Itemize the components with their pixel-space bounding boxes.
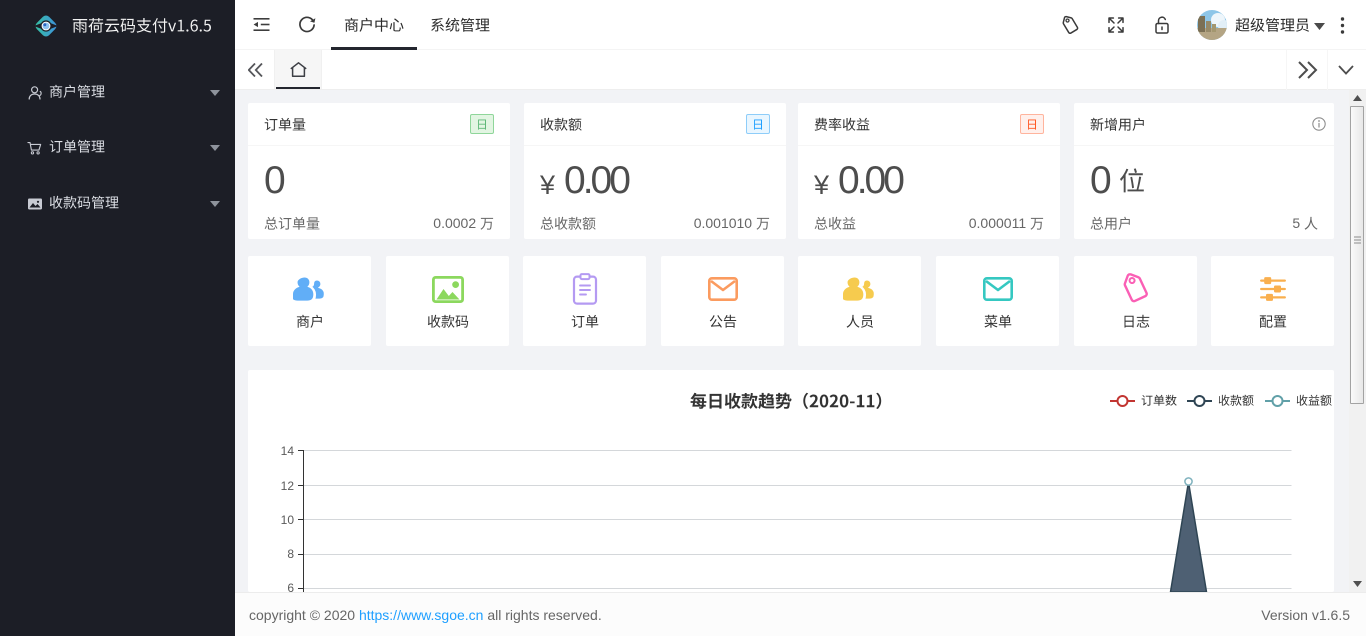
svg-text:6: 6: [287, 581, 294, 592]
svg-text:10: 10: [281, 513, 295, 527]
svg-text:14: 14: [281, 445, 295, 458]
svg-text:8: 8: [287, 547, 294, 561]
svg-text:12: 12: [281, 479, 295, 493]
